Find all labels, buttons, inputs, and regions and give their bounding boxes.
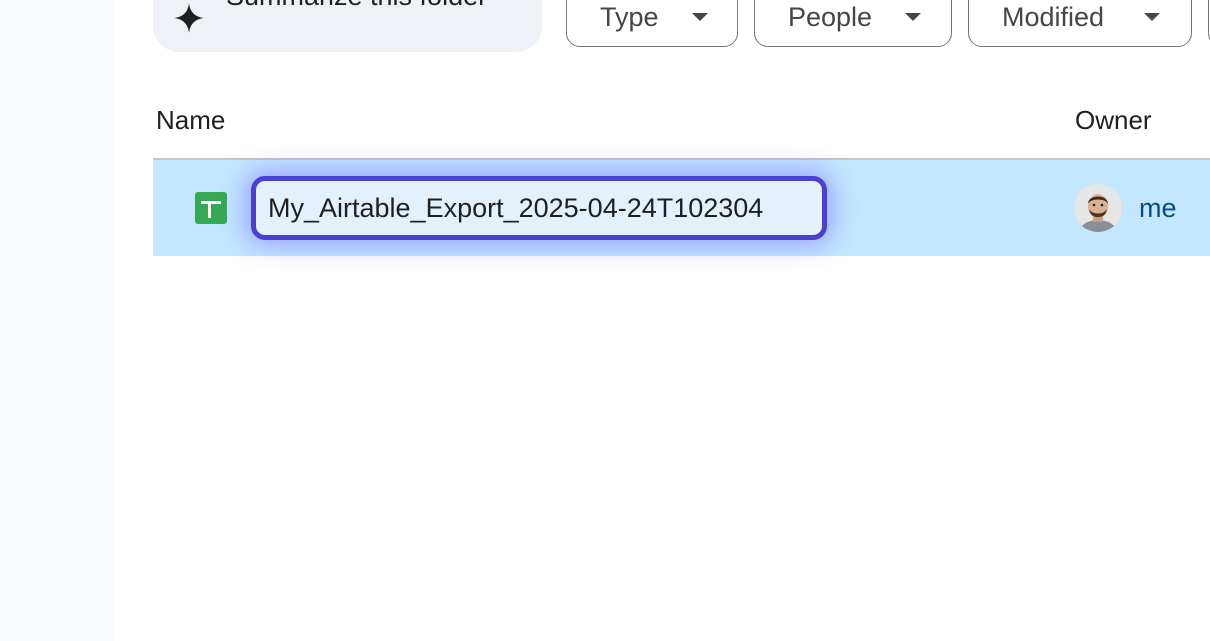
google-sheets-icon [195,192,227,224]
modified-filter-chip[interactable]: Modified [968,0,1192,47]
chevron-down-icon [905,13,921,21]
owner-label: me [1139,193,1177,223]
type-filter-label: Type [600,2,659,32]
rename-file-input[interactable] [251,176,827,240]
avatar [1074,184,1122,232]
modified-filter-label: Modified [1002,2,1105,32]
sparkle-icon [174,3,204,33]
people-filter-label: People [788,2,873,32]
people-filter-chip[interactable]: People [754,0,952,47]
file-list-pane: Summarize this folder Type People Modifi… [113,0,1210,641]
column-header-owner: Owner [1075,105,1152,135]
left-sidebar [0,0,113,641]
summarize-folder-label: Summarize this folder [226,0,487,12]
table-row[interactable]: me [153,160,1210,256]
chevron-down-icon [1144,13,1160,21]
summarize-folder-button[interactable]: Summarize this folder [153,0,542,52]
chevron-down-icon [692,13,708,21]
user-avatar-icon [1074,184,1122,232]
column-header-name[interactable]: Name [156,104,225,136]
type-filter-chip[interactable]: Type [566,0,738,47]
